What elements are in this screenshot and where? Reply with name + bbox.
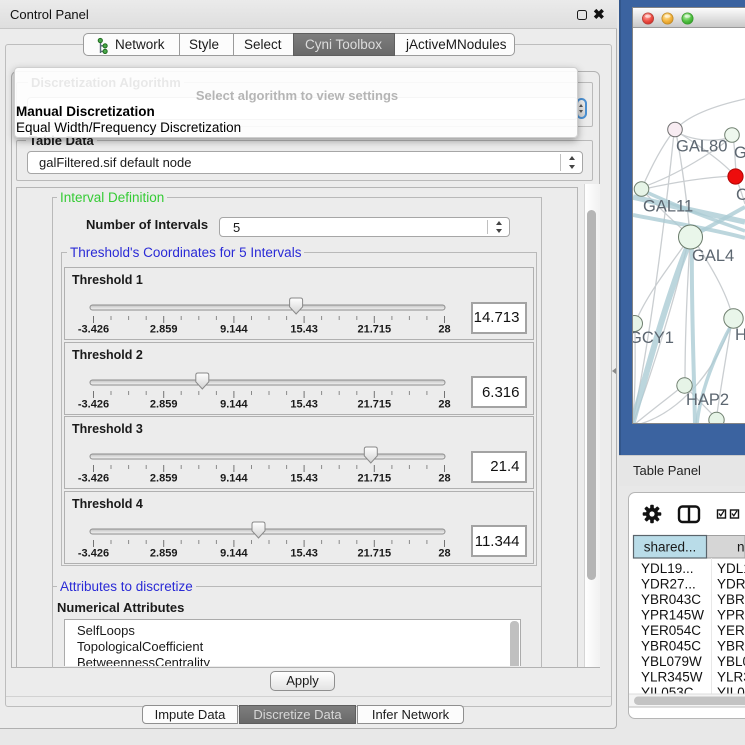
svg-text:21.715: 21.715 bbox=[357, 473, 391, 485]
svg-text:YPR145W: YPR145W bbox=[641, 608, 704, 623]
svg-text:YBL079W: YBL079W bbox=[641, 654, 702, 669]
svg-text:shared...: shared... bbox=[644, 540, 697, 555]
svg-text:YER054C: YER054C bbox=[717, 623, 745, 638]
svg-text:YPR145W: YPR145W bbox=[717, 608, 745, 623]
svg-text:YLR345W: YLR345W bbox=[717, 670, 745, 685]
svg-text:28: 28 bbox=[438, 324, 450, 336]
svg-text:15.43: 15.43 bbox=[290, 398, 318, 410]
svg-text:YBR043C: YBR043C bbox=[717, 592, 745, 607]
svg-text:-3.426: -3.426 bbox=[78, 324, 109, 336]
svg-text:GAL11: GAL11 bbox=[643, 198, 693, 216]
svg-text:GAL4: GAL4 bbox=[692, 247, 734, 265]
svg-text:9.144: 9.144 bbox=[220, 473, 248, 485]
svg-text:21.715: 21.715 bbox=[357, 324, 391, 336]
svg-text:YDR27...: YDR27... bbox=[641, 577, 696, 592]
svg-text:YBR045C: YBR045C bbox=[641, 639, 701, 654]
svg-text:15.43: 15.43 bbox=[290, 473, 318, 485]
svg-text:YLR345W: YLR345W bbox=[641, 670, 703, 685]
svg-text:n: n bbox=[737, 540, 745, 555]
svg-text:28: 28 bbox=[438, 547, 450, 559]
svg-text:28: 28 bbox=[438, 398, 450, 410]
svg-text:15.43: 15.43 bbox=[290, 547, 318, 559]
svg-text:YER054C: YER054C bbox=[641, 623, 701, 638]
svg-text:2.859: 2.859 bbox=[150, 324, 178, 336]
svg-text:YBR045C: YBR045C bbox=[717, 639, 745, 654]
svg-text:15.43: 15.43 bbox=[290, 324, 318, 336]
svg-text:21.715: 21.715 bbox=[357, 547, 391, 559]
svg-text:GCY1: GCY1 bbox=[633, 329, 674, 347]
svg-text:GA: GA bbox=[734, 144, 745, 162]
svg-text:YDR27: YDR27 bbox=[717, 577, 745, 592]
svg-text:2.859: 2.859 bbox=[150, 473, 178, 485]
svg-text:2.859: 2.859 bbox=[150, 547, 178, 559]
svg-text:YDL19...: YDL19... bbox=[641, 561, 694, 576]
svg-text:-3.426: -3.426 bbox=[78, 473, 109, 485]
svg-text:GAL80: GAL80 bbox=[676, 138, 727, 156]
svg-text:-3.426: -3.426 bbox=[78, 547, 109, 559]
svg-text:9.144: 9.144 bbox=[220, 324, 248, 336]
svg-text:2.859: 2.859 bbox=[150, 398, 178, 410]
svg-text:YBL079W: YBL079W bbox=[717, 654, 745, 669]
svg-text:C: C bbox=[736, 186, 745, 204]
svg-text:HAP2: HAP2 bbox=[686, 391, 729, 409]
svg-text:9.144: 9.144 bbox=[220, 547, 248, 559]
svg-text:28: 28 bbox=[438, 473, 450, 485]
svg-text:H: H bbox=[735, 326, 745, 344]
svg-text:21.715: 21.715 bbox=[357, 398, 391, 410]
svg-text:YBR043C: YBR043C bbox=[641, 592, 701, 607]
svg-text:9.144: 9.144 bbox=[220, 398, 248, 410]
svg-text:-3.426: -3.426 bbox=[78, 398, 109, 410]
svg-text:YDL19: YDL19 bbox=[717, 561, 745, 576]
